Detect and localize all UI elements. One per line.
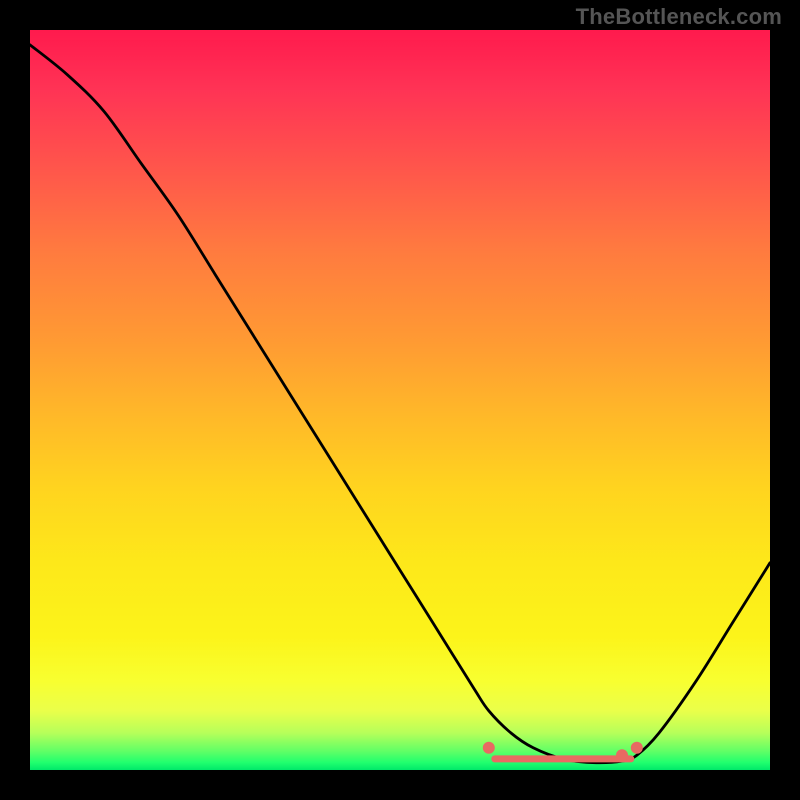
marker-point: [483, 742, 495, 754]
chart-overlay: [30, 30, 770, 770]
marker-point: [631, 742, 643, 754]
optimal-markers: [483, 742, 643, 761]
watermark-text: TheBottleneck.com: [576, 4, 782, 30]
marker-point: [616, 749, 628, 761]
chart-container: TheBottleneck.com: [0, 0, 800, 800]
bottleneck-curve: [30, 45, 770, 763]
